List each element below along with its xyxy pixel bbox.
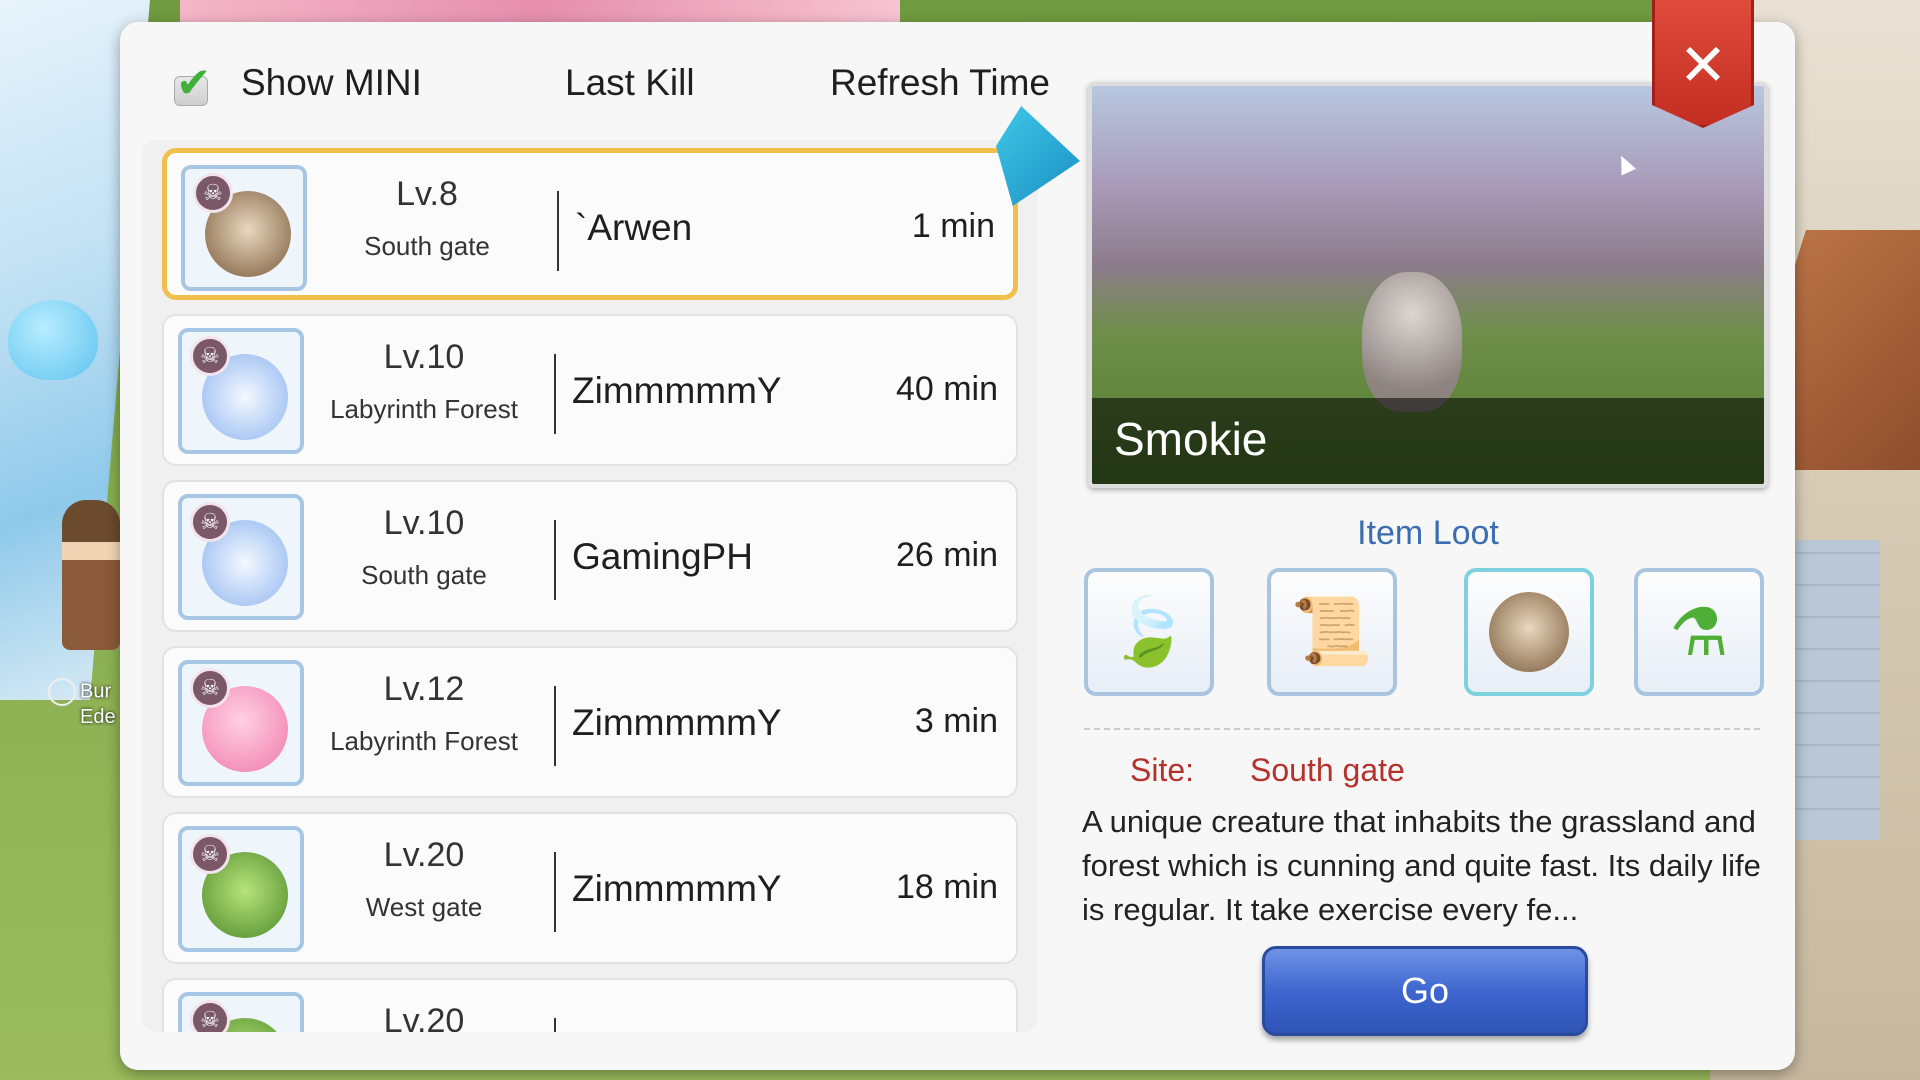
row-divider bbox=[554, 520, 556, 600]
boss-level: Lv.20 bbox=[383, 1002, 465, 1032]
last-kill-player: ZimmmmmY bbox=[572, 868, 782, 909]
site-value: South gate bbox=[1250, 752, 1405, 788]
item-loot-title: Item Loot bbox=[1357, 514, 1499, 552]
boss-site: Labyrinth Forest bbox=[330, 726, 518, 756]
boss-avatar: ☠ bbox=[178, 494, 304, 620]
boss-level: Lv.10 bbox=[383, 504, 465, 542]
site-label: Site: bbox=[1130, 752, 1195, 788]
last-kill-header: Last Kill bbox=[565, 62, 695, 103]
row-divider bbox=[554, 852, 556, 932]
boss-site: Labyrinth Forest bbox=[330, 394, 518, 424]
row-divider bbox=[554, 354, 556, 434]
monster-preview: Smokie bbox=[1088, 82, 1768, 488]
close-icon: ✕ bbox=[1678, 31, 1728, 99]
refresh-time: 40 min bbox=[895, 370, 998, 408]
skull-badge-icon: ☠ bbox=[190, 668, 230, 708]
boss-site: South gate bbox=[364, 231, 490, 261]
go-button[interactable]: Go bbox=[1262, 946, 1588, 1036]
raccoon-card-icon bbox=[1468, 572, 1590, 692]
loot-slot[interactable]: 📜 bbox=[1267, 568, 1397, 696]
loot-slot[interactable]: ⚗ bbox=[1634, 568, 1764, 696]
boss-level: Lv.10 bbox=[383, 338, 465, 376]
smokie-model bbox=[1362, 272, 1462, 412]
last-kill-player: `Arwen bbox=[575, 207, 693, 248]
row-divider bbox=[557, 191, 559, 271]
row-divider bbox=[554, 686, 556, 766]
last-kill-player: ZimmmmmY bbox=[572, 370, 782, 411]
background-slime bbox=[8, 300, 98, 380]
skull-badge-icon: ☠ bbox=[190, 502, 230, 542]
boss-row[interactable]: ☠ Lv.10 South gate GamingPH 26 min bbox=[162, 480, 1018, 632]
boss-row[interactable]: ☠ Lv.20 bbox=[162, 978, 1018, 1032]
refresh-time: 1 min bbox=[911, 207, 995, 245]
boss-site: South gate bbox=[361, 560, 487, 590]
skull-badge-icon: ☠ bbox=[190, 336, 230, 376]
show-mini-checkbox[interactable]: ✔ bbox=[170, 58, 218, 107]
refresh-time-header: Refresh Time bbox=[830, 62, 1051, 103]
boss-avatar: ☠ bbox=[181, 165, 307, 291]
boss-avatar: ☠ bbox=[178, 992, 304, 1032]
boss-level: Lv.20 bbox=[383, 836, 465, 874]
refresh-time: 26 min bbox=[895, 536, 998, 574]
green-potion-icon: ⚗ bbox=[1669, 594, 1729, 669]
skull-badge-icon: ☠ bbox=[193, 173, 233, 213]
skull-badge-icon: ☠ bbox=[190, 1000, 230, 1032]
leaf-icon: 🍃 bbox=[1107, 594, 1191, 668]
close-button[interactable]: ✕ bbox=[1652, 0, 1754, 128]
boss-avatar: ☠ bbox=[178, 660, 304, 786]
row-divider bbox=[554, 1018, 556, 1032]
npc-icon bbox=[48, 678, 76, 706]
last-kill-player: ZimmmmmY bbox=[572, 702, 782, 743]
boss-avatar: ☠ bbox=[178, 826, 304, 952]
loot-slot[interactable]: 🍃 bbox=[1084, 568, 1214, 696]
show-mini-label: Show MINI bbox=[241, 62, 422, 103]
boss-row[interactable]: ☠ Lv.20 West gate ZimmmmmY 18 min bbox=[162, 812, 1018, 964]
monster-name: Smokie bbox=[1114, 413, 1268, 465]
scroll-icon: 📜 bbox=[1290, 594, 1374, 668]
boss-level: Lv.8 bbox=[396, 175, 458, 213]
monster-description: A unique creature that inhabits the gras… bbox=[1082, 804, 1761, 927]
boss-level: Lv.12 bbox=[383, 670, 465, 708]
last-kill-player: GamingPH bbox=[572, 536, 753, 577]
background-npc-label: Bur Ede bbox=[48, 678, 116, 728]
boss-row[interactable]: ☠ Lv.8 South gate `Arwen 1 min bbox=[162, 148, 1018, 300]
loot-slot[interactable] bbox=[1464, 568, 1594, 696]
mini-boss-list[interactable]: ☠ Lv.8 South gate `Arwen 1 min ☠ Lv.10 L… bbox=[142, 140, 1038, 1032]
skull-badge-icon: ☠ bbox=[190, 834, 230, 874]
background-character bbox=[62, 500, 120, 650]
checkmark-icon: ✔ bbox=[176, 58, 212, 107]
refresh-time: 3 min bbox=[914, 702, 998, 740]
boss-avatar: ☠ bbox=[178, 328, 304, 454]
refresh-time: 18 min bbox=[895, 868, 998, 906]
boss-row[interactable]: ☠ Lv.12 Labyrinth Forest ZimmmmmY 3 min bbox=[162, 646, 1018, 798]
divider-line bbox=[1084, 728, 1760, 730]
boss-row[interactable]: ☠ Lv.10 Labyrinth Forest ZimmmmmY 40 min bbox=[162, 314, 1018, 466]
boss-site: West gate bbox=[365, 892, 483, 922]
background-pink-banner bbox=[180, 0, 900, 22]
